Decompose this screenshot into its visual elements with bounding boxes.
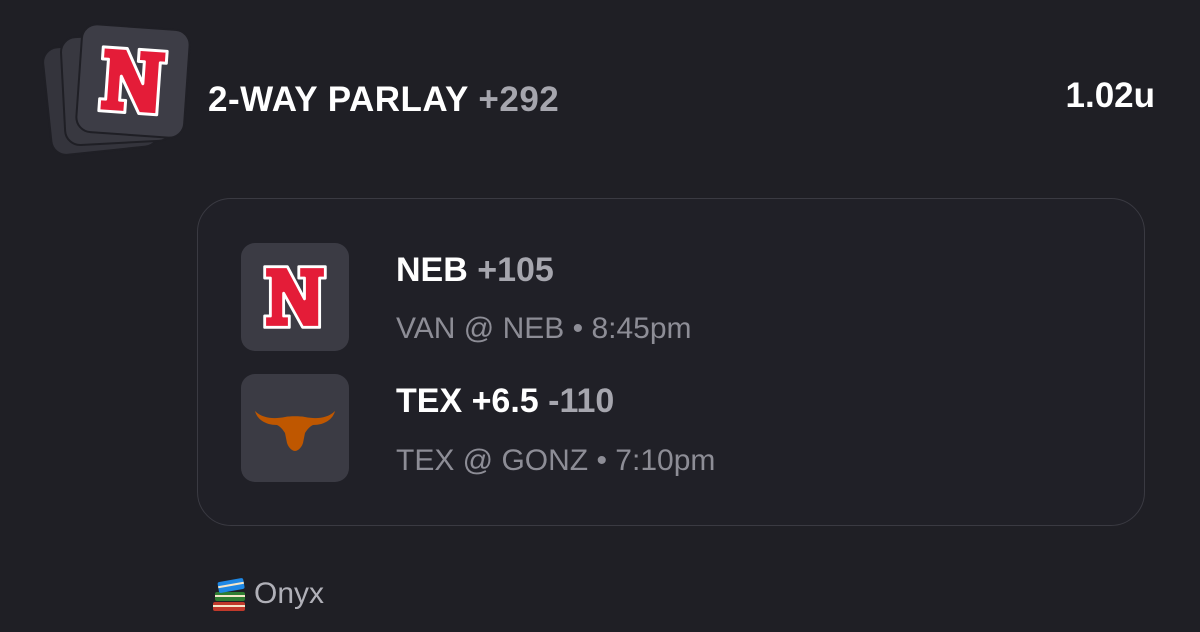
capper-name: Onyx xyxy=(254,577,325,610)
leg-2-team: TEX +6.5 xyxy=(396,382,539,420)
longhorn-icon xyxy=(255,411,335,451)
leg-2-matchup: TEX @ GONZ • 7:10pm xyxy=(396,444,716,477)
leg-2-logo xyxy=(241,374,349,482)
leg-2-odds: -110 xyxy=(548,382,615,420)
parlay-title: 2-WAY PARLAY +292 xyxy=(208,80,559,120)
books-icon xyxy=(213,578,245,611)
stake-units: 1.02u xyxy=(1065,76,1156,115)
nebraska-n-icon xyxy=(263,265,327,329)
leg-1-team: NEB xyxy=(396,251,468,289)
leg-2-pick: TEX +6.5 -110 xyxy=(396,382,614,421)
leg-1-odds: +105 xyxy=(477,251,554,289)
nebraska-n-icon xyxy=(97,45,169,117)
leg-1-matchup: VAN @ NEB • 8:45pm xyxy=(396,312,692,345)
parlay-legs-card[interactable]: NEB +105 VAN @ NEB • 8:45pm TEX +6.5 -11… xyxy=(197,198,1145,526)
parlay-type: 2-WAY PARLAY xyxy=(208,80,469,119)
parlay-odds: +292 xyxy=(478,80,560,119)
logo-tile-front xyxy=(74,22,192,140)
leg-1-logo xyxy=(241,243,349,351)
leg-1-pick: NEB +105 xyxy=(396,251,554,290)
capper-footer[interactable]: Onyx xyxy=(210,574,324,614)
parlay-logo-stack xyxy=(40,22,204,158)
